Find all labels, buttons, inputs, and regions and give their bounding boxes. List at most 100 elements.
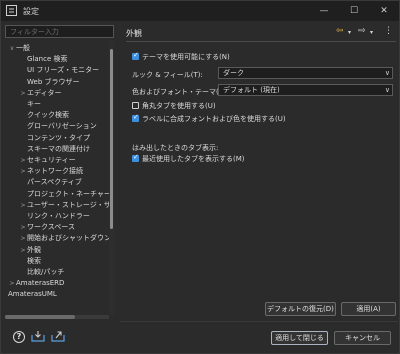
tree-item-label: ネットワーク接続 (27, 167, 83, 176)
chevron-right-icon[interactable]: > (19, 155, 27, 166)
tree-item[interactable]: AmaterasUML (8, 289, 57, 300)
tree-horizontal-scrollbar[interactable] (5, 315, 109, 319)
tree-item-label: 外観 (27, 245, 41, 254)
forward-arrow-icon[interactable]: ⇨ (358, 26, 366, 36)
tree-item-label: プロジェクト・ネーチャー (27, 189, 111, 198)
tree-item[interactable]: Web ブラウザー (27, 77, 80, 88)
chevron-right-icon[interactable]: > (19, 233, 27, 244)
appearance-page: 外観 ⇦ ▾ ⇨ ▾ ⋮ テーマを使用可能にする(N) ルック & フィール(T… (126, 25, 396, 323)
preference-tree: AmaterasUML >AmaterasERD 比較/パッチ 検索 >外観 >開始および… (5, 41, 114, 315)
scrollbar-thumb[interactable] (5, 315, 75, 319)
tree-item-label: コンテンツ・タイプ (27, 133, 90, 142)
tree-item[interactable]: UI フリーズ・モニター (27, 65, 99, 76)
eclipse-icon (6, 5, 17, 16)
tree-item[interactable]: コンテンツ・タイプ (27, 133, 90, 144)
tree-item-label: キー (27, 100, 41, 108)
tree-item[interactable]: パースペクティブ (27, 177, 82, 188)
restore-defaults-button[interactable]: デフォルトの復元(D) (265, 302, 336, 316)
tree-vertical-scrollbar[interactable] (109, 41, 114, 315)
enable-theme-label: テーマを使用可能にする(N) (142, 53, 230, 61)
tree-item-label: パースペクティブ (27, 178, 82, 187)
close-button[interactable]: ✕ (369, 1, 399, 21)
footer-divider (120, 321, 398, 322)
tree-item-label: 比較/パッチ (27, 268, 65, 276)
minimize-button[interactable]: — (309, 1, 339, 21)
tree-item[interactable]: >エディター (19, 88, 62, 99)
tree-item-label: スキーマの関連付け (27, 144, 90, 153)
tree-item-label: 一般 (16, 44, 30, 52)
tree-item-label: エディター (27, 88, 62, 97)
tree-item-label: 開始およびシャットダウン (27, 234, 111, 243)
chevron-down-icon[interactable]: ∨ (8, 43, 16, 54)
tree-item-label: UI フリーズ・モニター (27, 66, 100, 75)
tree-item-label: AmaterasUML (8, 290, 57, 299)
back-menu-icon[interactable]: ▾ (348, 29, 351, 36)
cancel-button[interactable]: キャンセル (334, 331, 391, 345)
color-font-theme-select[interactable]: デフォルト (現在) ∨ (218, 84, 393, 96)
rounded-tabs-label: 角丸タブを使用する(U) (142, 102, 216, 110)
tree-item[interactable]: >ユーザー・ストレージ・サー (19, 200, 114, 211)
chevron-right-icon[interactable]: > (19, 200, 27, 211)
tree-item[interactable]: Glance 検索 (27, 54, 67, 65)
chevron-down-icon: ∨ (384, 69, 390, 77)
more-options-icon[interactable]: ⋮ (384, 26, 393, 36)
tree-item-label: Web ブラウザー (27, 77, 80, 86)
tree-item-label: グローバリゼーション (27, 122, 97, 131)
tree-item[interactable]: スキーマの関連付け (27, 144, 90, 155)
chevron-right-icon[interactable]: > (8, 278, 16, 289)
chevron-down-icon: ∨ (384, 86, 390, 94)
tree-item[interactable]: >開始およびシャットダウン (19, 233, 111, 244)
import-icon[interactable] (31, 330, 45, 342)
header-divider (126, 41, 396, 42)
look-feel-value: ダーク (223, 69, 244, 77)
mixed-fonts-label: ラベルに合成フォントおよび色を使用する(U) (142, 115, 286, 123)
tree-item[interactable]: キー (27, 99, 41, 110)
tree-item[interactable]: >セキュリティー (19, 155, 75, 166)
chevron-right-icon[interactable]: > (19, 222, 27, 233)
mixed-fonts-checkbox[interactable] (132, 113, 139, 122)
chevron-right-icon[interactable]: > (19, 245, 27, 256)
scrollbar-thumb[interactable] (110, 49, 113, 229)
recent-tabs-label: 最近使用したタブを表示する(M) (142, 155, 245, 163)
filter-input[interactable]: フィルター入力 (5, 25, 114, 38)
tree-item[interactable]: 検索 (27, 256, 41, 267)
tree-item[interactable]: >外観 (19, 245, 41, 256)
chevron-right-icon[interactable]: > (19, 166, 27, 177)
tree-item[interactable]: >AmaterasERD (8, 278, 64, 289)
window-title: 設定 (23, 7, 39, 16)
tree-item-label: リンク・ハンドラー (27, 212, 90, 220)
color-font-theme-label: 色およびフォント・テーマ(C): (132, 88, 229, 96)
export-icon[interactable] (51, 330, 65, 342)
help-icon[interactable]: ? (13, 331, 25, 343)
forward-menu-icon[interactable]: ▾ (370, 29, 373, 36)
tree-item[interactable]: >ネットワーク接続 (19, 166, 83, 177)
apply-button[interactable]: 適用(A) (341, 302, 396, 316)
preferences-window: 設定 — ☐ ✕ フィルター入力 AmaterasUML >AmaterasERD… (0, 0, 400, 354)
tree-item[interactable]: プロジェクト・ネーチャー (27, 189, 111, 200)
tree-item-label: Glance 検索 (27, 55, 68, 64)
apply-and-close-button[interactable]: 適用して閉じる (271, 331, 328, 345)
tree-item[interactable]: ∨ 一般 (8, 43, 30, 54)
tree-item[interactable]: グローバリゼーション (27, 121, 97, 132)
look-feel-label: ルック & フィール(T): (132, 71, 203, 79)
enable-theme-checkbox[interactable] (132, 51, 139, 60)
look-feel-select[interactable]: ダーク ∨ (218, 67, 393, 79)
rounded-tabs-checkbox[interactable] (132, 102, 139, 109)
title-bar: 設定 — ☐ ✕ (1, 1, 399, 21)
preference-tree-panel: フィルター入力 AmaterasUML >AmaterasERD 比較/パッチ 検索 >… (5, 25, 114, 315)
chevron-right-icon[interactable]: > (19, 88, 27, 99)
tree-item-label: 検索 (27, 256, 41, 265)
page-title: 外観 (126, 29, 142, 38)
tree-item-label: AmaterasERD (16, 279, 65, 288)
recent-tabs-checkbox[interactable] (132, 153, 139, 162)
tree-item-label: ワークスペース (27, 223, 75, 232)
tree-item-label: クイック検索 (27, 111, 69, 120)
tree-item[interactable]: リンク・ハンドラー (27, 211, 90, 222)
tree-item[interactable]: 比較/パッチ (27, 267, 64, 278)
back-arrow-icon[interactable]: ⇦ (336, 26, 344, 36)
maximize-button[interactable]: ☐ (339, 1, 369, 21)
tree-item-label: ユーザー・ストレージ・サー (27, 200, 114, 209)
overflow-heading: はみ出したときのタブ表示: (132, 144, 219, 152)
tree-item[interactable]: >ワークスペース (19, 222, 75, 233)
tree-item[interactable]: クイック検索 (27, 110, 69, 121)
